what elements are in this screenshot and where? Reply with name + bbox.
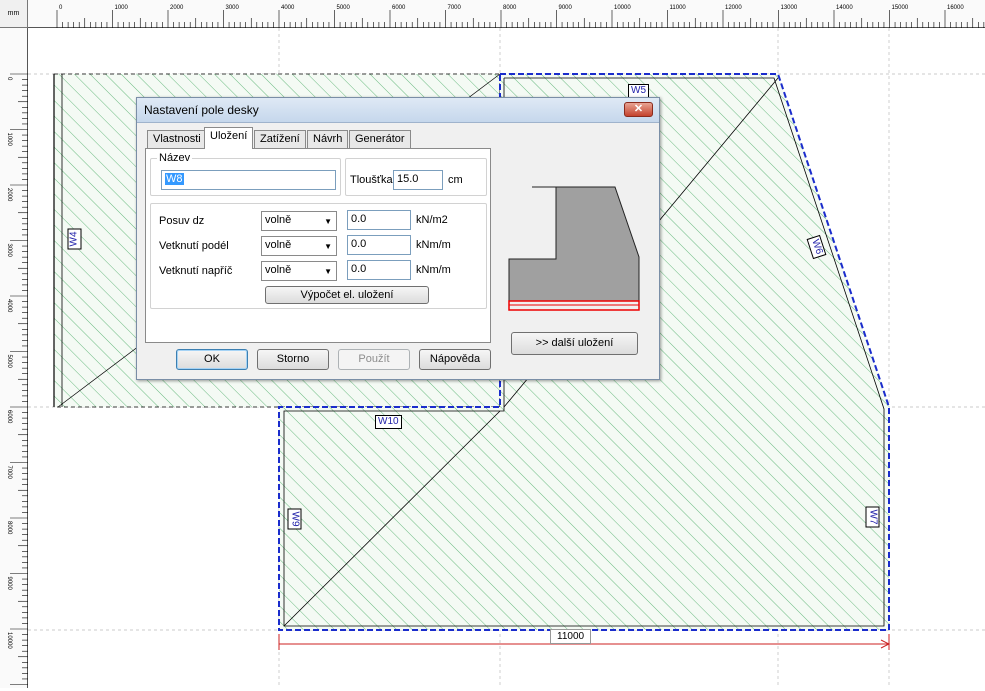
ruler-h-label: 13000 xyxy=(781,5,798,11)
wall-label-w5[interactable]: W5 xyxy=(628,84,649,98)
horizontal-ruler[interactable]: 0 1000 2000 3000 4000 5000 6000 7000 8000 9000 100… xyxy=(28,0,985,28)
support-input-dz[interactable]: 0.0 xyxy=(347,210,411,230)
ruler-h-label: 7000 xyxy=(448,5,462,11)
support-combo-dz[interactable]: volně ▼ xyxy=(261,211,337,231)
close-icon[interactable]: ✕ xyxy=(624,102,653,117)
ok-button[interactable]: OK xyxy=(176,349,248,370)
slab-settings-dialog: Nastavení pole desky ✕ Vlastnosti Uložen… xyxy=(136,97,660,380)
tab-generator[interactable]: Generátor xyxy=(349,130,411,148)
tab-navrh[interactable]: Návrh xyxy=(307,130,349,148)
ruler-h-label: 9000 xyxy=(559,5,573,11)
ruler-v-label: 9000 xyxy=(6,577,12,591)
ruler-h-label: 4000 xyxy=(281,5,295,11)
ruler-h-label: 6000 xyxy=(392,5,406,11)
name-group: Název W8 xyxy=(150,152,341,196)
name-input[interactable]: W8 xyxy=(161,170,336,190)
ruler-v-label: 3000 xyxy=(6,244,12,258)
ruler-v-label: 8000 xyxy=(6,521,12,535)
name-group-legend: Název xyxy=(157,152,193,164)
support-input-along[interactable]: 0.0 xyxy=(347,235,411,255)
cancel-button[interactable]: Storno xyxy=(257,349,329,370)
support-combo-across-value: volně xyxy=(265,264,292,276)
dimension-label[interactable]: 11000 xyxy=(550,629,592,644)
support-input-across[interactable]: 0.0 xyxy=(347,260,411,280)
ruler-h-label: 5000 xyxy=(337,5,351,11)
thickness-label: Tloušťka xyxy=(350,174,393,186)
ruler-h-label: 14000 xyxy=(836,5,853,11)
calc-support-button[interactable]: Výpočet el. uložení xyxy=(265,286,429,304)
name-input-value: W8 xyxy=(165,173,184,185)
ruler-h-label: 3000 xyxy=(226,5,240,11)
tab-zatizeni[interactable]: Zatížení xyxy=(254,130,306,148)
ruler-v-label: 0 xyxy=(6,77,12,81)
thickness-group: Tloušťka 15.0 cm xyxy=(345,158,487,196)
help-button[interactable]: Nápověda xyxy=(419,349,491,370)
ruler-h-label: 15000 xyxy=(892,5,909,11)
wall-label-w4[interactable]: W4 xyxy=(67,228,82,250)
support-label-along: Vetknutí podél xyxy=(159,240,229,252)
chevron-down-icon: ▼ xyxy=(324,267,332,276)
ruler-h-label: 16000 xyxy=(947,5,964,11)
ruler-corner: mm xyxy=(0,0,28,28)
vertical-ruler-ticks: 0 1000 2000 3000 4000 5000 6000 7000 8000 9000 100… xyxy=(6,73,28,685)
ruler-h-label: 2000 xyxy=(170,5,184,11)
support-unit-dz: kN/m2 xyxy=(416,214,448,226)
ruler-v-label: 4000 xyxy=(6,299,12,313)
ruler-h-label: 11000 xyxy=(670,5,687,11)
ruler-h-label: 1000 xyxy=(115,5,129,11)
ruler-h-label: 10000 xyxy=(614,5,631,11)
ruler-h-label: 8000 xyxy=(503,5,517,11)
chevron-down-icon: ▼ xyxy=(324,217,332,226)
support-unit-along: kNm/m xyxy=(416,239,451,251)
wall-label-w7[interactable]: W7 xyxy=(865,506,880,528)
ruler-v-label: 1000 xyxy=(6,133,12,147)
support-preview xyxy=(508,186,640,311)
wall-label-w10[interactable]: W10 xyxy=(375,415,402,429)
support-unit-across: kNm/m xyxy=(416,264,451,276)
apply-button[interactable]: Použít xyxy=(338,349,410,370)
tab-panel-ulozeni: Název W8 Tloušťka 15.0 cm Posuv dz volně… xyxy=(145,148,491,343)
ruler-v-label: 10000 xyxy=(6,632,12,649)
wall-label-w9[interactable]: W9 xyxy=(287,508,302,530)
vertical-ruler[interactable]: 0 1000 2000 3000 4000 5000 6000 7000 8000 9000 100… xyxy=(0,28,28,688)
ruler-v-label: 5000 xyxy=(6,355,12,369)
support-combo-along-value: volně xyxy=(265,239,292,251)
support-combo-dz-value: volně xyxy=(265,214,292,226)
ruler-unit-label: mm xyxy=(7,10,20,17)
horizontal-ruler-ticks: 0 1000 2000 3000 4000 5000 6000 7000 8000 9000 100… xyxy=(56,5,985,28)
support-combo-across[interactable]: volně ▼ xyxy=(261,261,337,281)
supports-group: Posuv dz volně ▼ 0.0 kN/m2 Vetknutí podél… xyxy=(150,203,487,309)
dialog-title: Nastavení pole desky xyxy=(144,103,259,117)
thickness-unit: cm xyxy=(448,174,463,186)
ruler-v-label: 2000 xyxy=(6,188,12,202)
ruler-v-label: 6000 xyxy=(6,410,12,424)
ruler-v-label: 7000 xyxy=(6,466,12,480)
tab-vlastnosti[interactable]: Vlastnosti xyxy=(147,130,207,148)
support-combo-along[interactable]: volně ▼ xyxy=(261,236,337,256)
tab-ulozeni[interactable]: Uložení xyxy=(204,127,254,149)
chevron-down-icon: ▼ xyxy=(324,242,332,251)
dialog-titlebar[interactable]: Nastavení pole desky ✕ xyxy=(137,98,659,123)
support-label-dz: Posuv dz xyxy=(159,215,205,227)
support-label-across: Vetknutí napříč xyxy=(159,265,233,277)
more-supports-button[interactable]: >> další uložení xyxy=(511,332,638,355)
ruler-h-label: 0 xyxy=(59,5,63,11)
thickness-input[interactable]: 15.0 xyxy=(393,170,443,190)
ruler-h-label: 12000 xyxy=(725,5,742,11)
